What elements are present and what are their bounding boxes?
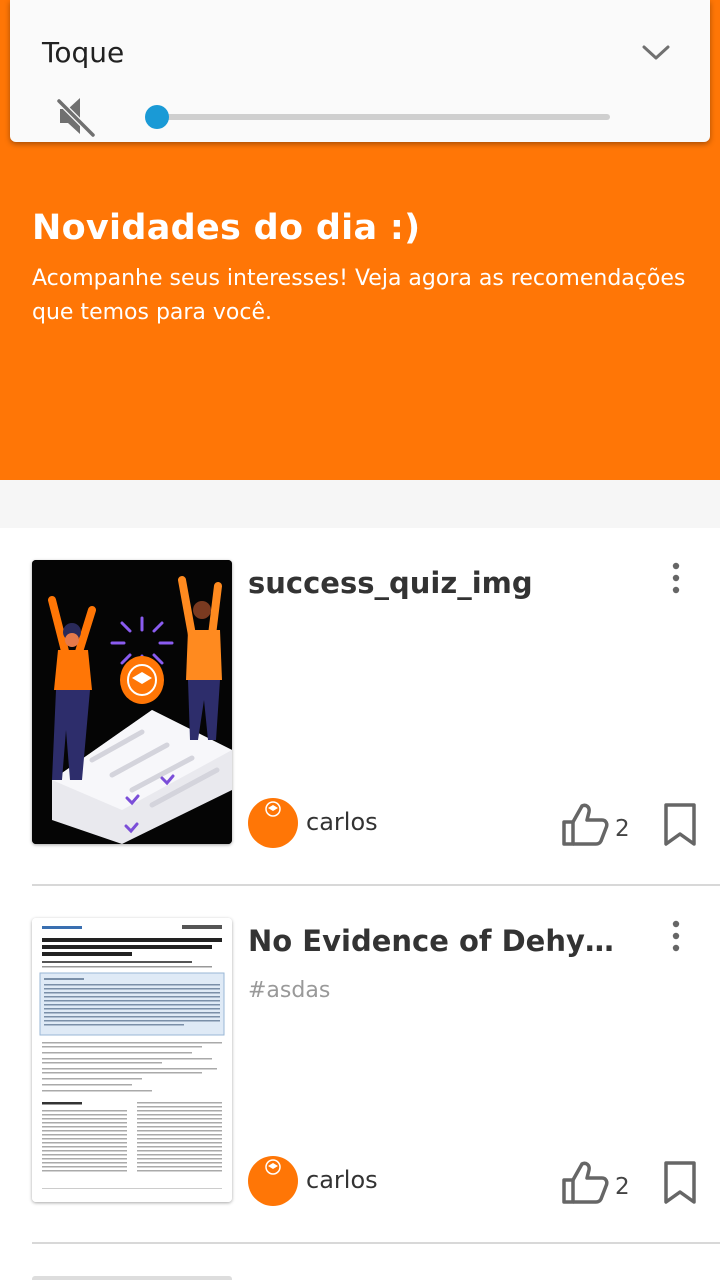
volume-off-icon[interactable]: [56, 95, 96, 137]
volume-slider[interactable]: [145, 105, 610, 129]
more-vert-icon[interactable]: [662, 560, 690, 596]
card-tag[interactable]: #asdas: [248, 978, 330, 1003]
volume-slider-thumb[interactable]: [145, 105, 170, 129]
volume-panel: Toque: [10, 0, 710, 142]
success-illustration: [32, 560, 232, 844]
feed-card[interactable]: success_quiz_img carlos 2: [0, 528, 720, 853]
thumbs-up-icon[interactable]: [560, 1158, 610, 1206]
thumbs-up-icon[interactable]: [560, 800, 610, 848]
hero-subtitle: Acompanhe seus interesses! Veja agora as…: [32, 266, 686, 325]
avatar[interactable]: [248, 798, 298, 848]
graduation-cap-icon: [265, 1159, 281, 1175]
volume-stream-title: Toque: [42, 36, 125, 69]
avatar[interactable]: [248, 1156, 298, 1206]
graduation-cap-icon: [265, 801, 281, 817]
section-gap: [0, 480, 720, 528]
paper-preview-image: [32, 918, 232, 1202]
author-name[interactable]: carlos: [306, 808, 378, 836]
card-title[interactable]: No Evidence of Dehydration with Moderate…: [248, 924, 628, 958]
next-card-thumbnail[interactable]: [32, 1276, 232, 1280]
card-thumbnail[interactable]: [32, 918, 232, 1202]
divider: [32, 1242, 720, 1244]
like-count: 2: [615, 816, 630, 842]
bookmark-icon[interactable]: [662, 802, 698, 848]
bookmark-icon[interactable]: [662, 1160, 698, 1206]
more-vert-icon[interactable]: [662, 918, 690, 954]
author-name[interactable]: carlos: [306, 1166, 378, 1194]
card-thumbnail[interactable]: [32, 560, 232, 844]
like-count: 2: [615, 1174, 630, 1200]
hero-title: Novidades do dia :): [32, 208, 421, 248]
chevron-down-icon[interactable]: [640, 40, 672, 64]
feed-card[interactable]: No Evidence of Dehydration with Moderate…: [0, 886, 720, 1211]
card-title[interactable]: success_quiz_img: [248, 566, 628, 600]
